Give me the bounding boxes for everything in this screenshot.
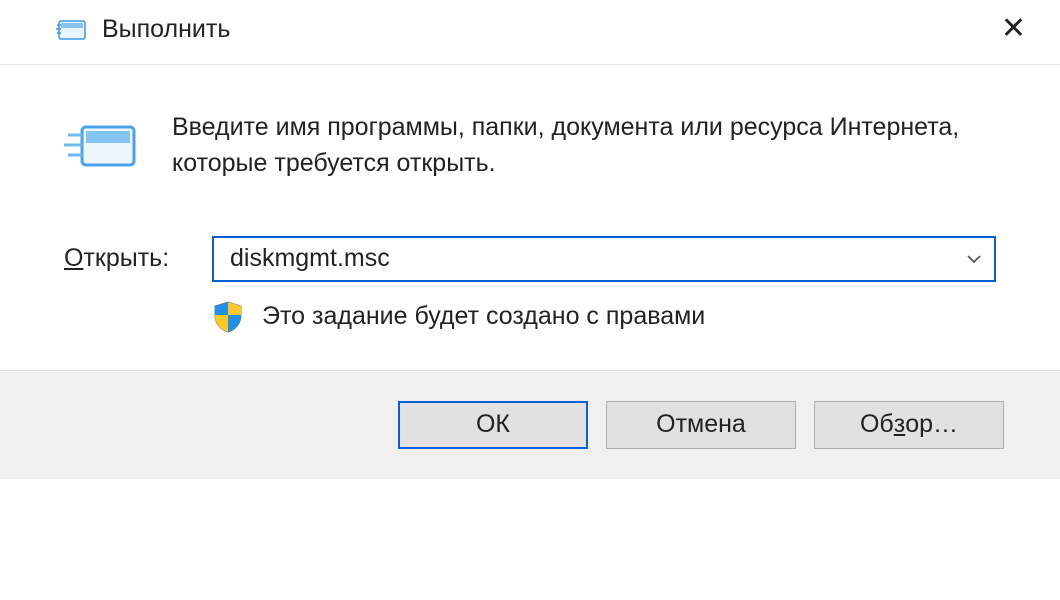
chevron-down-icon[interactable] xyxy=(954,250,994,268)
titlebar: Выполнить ✕ xyxy=(0,0,1060,65)
admin-note-row: Это задание будет создано с правами xyxy=(212,300,996,334)
dialog-content: Введите имя программы, папки, документа … xyxy=(0,65,1060,370)
close-icon[interactable]: ✕ xyxy=(987,10,1040,48)
run-dialog: Выполнить ✕ Введите имя программы, папки… xyxy=(0,0,1060,479)
cancel-button[interactable]: Отмена xyxy=(606,401,796,449)
dialog-title: Выполнить xyxy=(102,15,230,44)
run-title-icon xyxy=(56,15,88,43)
description-row: Введите имя программы, папки, документа … xyxy=(64,109,996,182)
open-input[interactable] xyxy=(214,240,954,277)
browse-button[interactable]: Обзор… xyxy=(814,401,1004,449)
admin-note-text: Это задание будет создано с правами xyxy=(262,302,705,331)
run-icon xyxy=(64,113,144,177)
button-bar: ОК Отмена Обзор… xyxy=(0,370,1060,479)
open-row: Открыть: xyxy=(64,236,996,282)
ok-button[interactable]: ОК xyxy=(398,401,588,449)
open-combobox[interactable] xyxy=(212,236,996,282)
titlebar-left: Выполнить xyxy=(56,15,230,44)
shield-icon xyxy=(212,300,244,334)
open-label: Открыть: xyxy=(64,244,192,273)
description-text: Введите имя программы, папки, документа … xyxy=(172,109,996,182)
